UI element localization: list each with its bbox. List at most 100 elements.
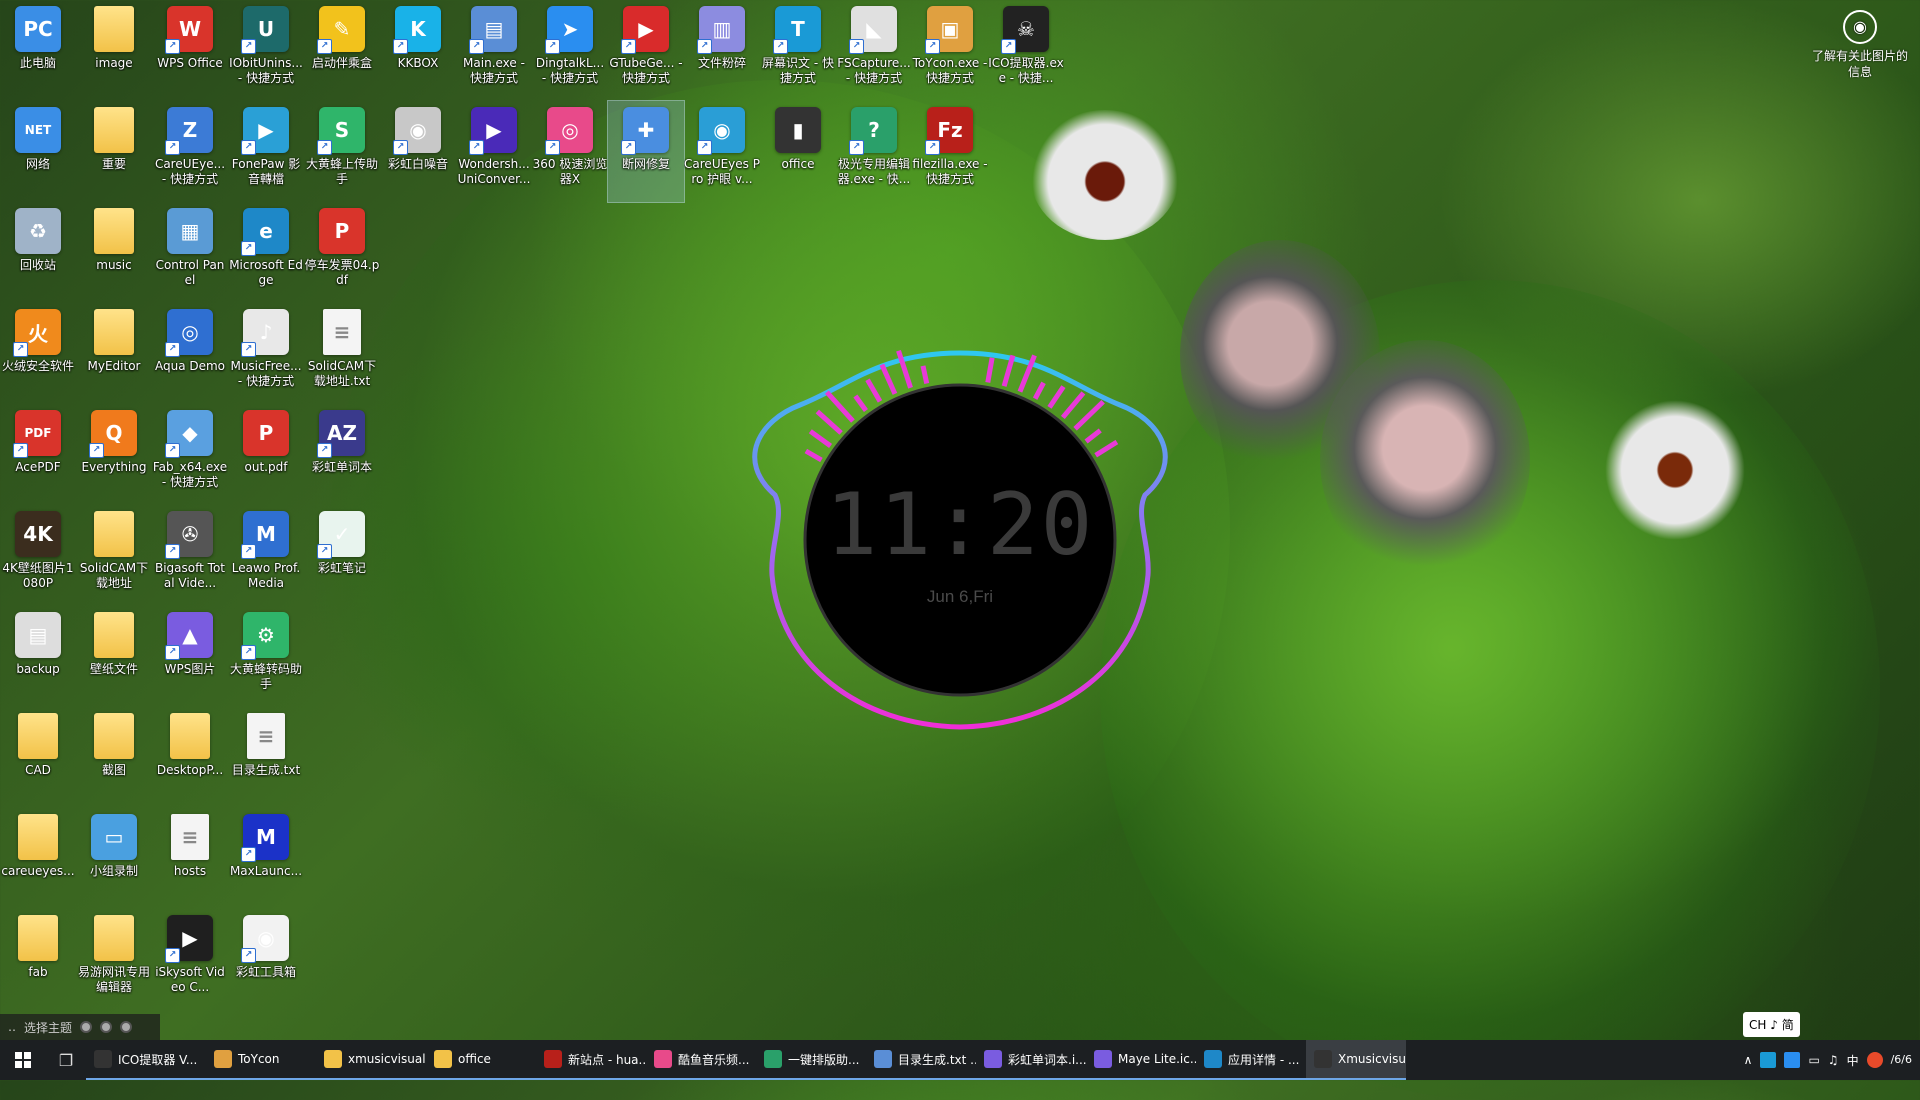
desktop-icon[interactable]: Q ↗ Everything: [76, 404, 152, 505]
app-icon: ◎ ↗: [165, 309, 213, 357]
desktop-icon[interactable]: ◆ ↗ Fab_x64.exe - 快捷方式: [152, 404, 228, 505]
desktop-icon[interactable]: AZ ↗ 彩虹单词本: [304, 404, 380, 505]
taskbar-item[interactable]: ICO提取器 V...: [86, 1040, 206, 1080]
taskbar-item[interactable]: xmusicvisual...: [316, 1040, 426, 1080]
desktop-icon[interactable]: ✚ ↗ 断网修复: [607, 100, 685, 203]
desktop-icon[interactable]: fab: [0, 909, 76, 1010]
tray-app-icon-1[interactable]: [1760, 1052, 1777, 1068]
desktop-icon[interactable]: MyEditor: [76, 303, 152, 404]
desktop-icon[interactable]: ▶ ↗ GTubeGe... - 快捷方式: [608, 0, 684, 101]
desktop-icon[interactable]: S ↗ 大黄蜂上传助手: [304, 101, 380, 202]
desktop-icon[interactable]: music: [76, 202, 152, 303]
taskbar-item[interactable]: 一键排版助...: [756, 1040, 866, 1080]
learn-about-picture[interactable]: ◉ 了解有关此图片的信息: [1812, 10, 1908, 80]
desktop-icon[interactable]: W ↗ WPS Office: [152, 0, 228, 101]
desktop-icon[interactable]: ▦ Control Panel: [152, 202, 228, 303]
desktop-icon[interactable]: M ↗ MaxLaunc...: [228, 808, 304, 909]
taskbar-item[interactable]: 新站点 - hua...: [536, 1040, 646, 1080]
desktop-icon[interactable]: ♪ ↗ MusicFree... - 快捷方式: [228, 303, 304, 404]
desktop-icon[interactable]: ⚙ ↗ 大黄蜂转码助手: [228, 606, 304, 707]
desktop-icon[interactable]: 火 ↗ 火绒安全软件: [0, 303, 76, 404]
taskbar-item[interactable]: 酷鱼音乐频...: [646, 1040, 756, 1080]
desktop-icon[interactable]: ▥ ↗ 文件粉碎: [684, 0, 760, 101]
desktop-icon[interactable]: ◉ ↗ 彩虹白噪音: [380, 101, 456, 202]
desktop-icon[interactable]: ▤ ↗ Main.exe - 快捷方式: [456, 0, 532, 101]
desktop-icon[interactable]: Pout.pdf: [228, 404, 304, 505]
app-icon-glyph: ▣: [940, 17, 960, 41]
desktop-icon[interactable]: Z ↗ CareUEye... - 快捷方式: [152, 101, 228, 202]
desktop-icon[interactable]: ➤ ↗ DingtalkL... - 快捷方式: [532, 0, 608, 101]
desktop-icon[interactable]: ≡ SolidCAM下载地址.txt: [304, 303, 380, 404]
taskbar-item[interactable]: 彩虹单词本.i...: [976, 1040, 1086, 1080]
desktop-icon[interactable]: ▶ ↗ Wondersh... UniConver...: [456, 101, 532, 202]
desktop-icon[interactable]: ◉ ↗ 彩虹工具箱: [228, 909, 304, 1010]
desktop-icon[interactable]: K ↗ KKBOX: [380, 0, 456, 101]
taskbar-item[interactable]: 目录生成.txt ...: [866, 1040, 976, 1080]
desktop-icon[interactable]: ▲ ↗ WPS图片: [152, 606, 228, 707]
desktop-icon[interactable]: ◎ ↗ 360 极速浏览器X: [532, 101, 608, 202]
taskbar-item-label: Maye Lite.ic...: [1118, 1052, 1196, 1066]
taskbar-item[interactable]: Xmusicvisua...: [1306, 1040, 1406, 1080]
tray-app-icon-3[interactable]: [1866, 1052, 1883, 1068]
desktop-icon[interactable]: ✎ ↗ 启动伴乘盒: [304, 0, 380, 101]
desktop-icon[interactable]: Fz ↗ filezilla.exe - 快捷方式: [912, 101, 988, 202]
desktop-icon[interactable]: ▶ ↗ FonePaw 影音轉檔: [228, 101, 304, 202]
desktop-icon[interactable]: SolidCAM下载地址: [76, 505, 152, 606]
ime-indicator[interactable]: 中: [1847, 1052, 1859, 1069]
desktop-icon[interactable]: NET 网络: [0, 101, 76, 202]
desktop-icon[interactable]: ≡ hosts: [152, 808, 228, 909]
desktop-icon-label: 网络: [25, 157, 50, 171]
desktop-icon[interactable]: 壁纸文件: [76, 606, 152, 707]
desktop-icon[interactable]: 截图: [76, 707, 152, 808]
start-button[interactable]: [0, 1040, 46, 1080]
desktop-icon[interactable]: ▭ 小组录制: [76, 808, 152, 909]
desktop-icon[interactable]: ▤ backup: [0, 606, 76, 707]
app-icon: PC: [15, 6, 61, 52]
camera-icon: ◉: [1843, 10, 1877, 44]
task-view-button[interactable]: ❐: [46, 1040, 86, 1080]
desktop-icon[interactable]: image: [76, 0, 152, 101]
desktop-icon[interactable]: ▣ ↗ ToYcon.exe - 快捷方式: [912, 0, 988, 101]
desktop-icon[interactable]: ? ↗ 极光专用编辑器.exe - 快...: [836, 101, 912, 202]
desktop-icon[interactable]: ♻ 回收站: [0, 202, 76, 303]
desktop-icon-label: SolidCAM下载地址: [79, 561, 149, 590]
theme-dot-3[interactable]: [120, 1021, 133, 1033]
volume-icon[interactable]: ♫: [1828, 1053, 1839, 1067]
tray-clock[interactable]: /6/6: [1891, 1053, 1912, 1067]
desktop-icon[interactable]: ◉ ↗ CareUEyes Pro 护眼 v...: [684, 101, 760, 202]
network-icon[interactable]: ▭: [1808, 1053, 1819, 1067]
desktop-icon[interactable]: U ↗ IObitUnins... - 快捷方式: [228, 0, 304, 101]
desktop-icon[interactable]: ▮ office: [760, 101, 836, 202]
desktop-icon[interactable]: careueyes...: [0, 808, 76, 909]
desktop-icon[interactable]: M ↗ Leawo Prof. Media: [228, 505, 304, 606]
desktop-icon[interactable]: e ↗ Microsoft Edge: [228, 202, 304, 303]
desktop-icon[interactable]: PDF ↗ AcePDF: [0, 404, 76, 505]
desktop[interactable]: PC 此电脑 NET 网络 ♻ 回收站火 ↗ 火绒安全软件 PDF ↗ AcePDF 4K 4K壁纸图片…: [0, 0, 1920, 1040]
desktop-icon[interactable]: ◣ ↗ FSCapture... - 快捷方式: [836, 0, 912, 101]
desktop-icon[interactable]: ✇ ↗ Bigasoft Total Vide...: [152, 505, 228, 606]
tray-expand-icon[interactable]: ∧: [1744, 1053, 1753, 1067]
desktop-icon[interactable]: PC 此电脑: [0, 0, 76, 101]
desktop-icon[interactable]: ▶ ↗ iSkysoft Video C...: [152, 909, 228, 1010]
music-visualizer-widget[interactable]: 11:20 Jun 6,Fri: [740, 345, 1180, 735]
desktop-icon[interactable]: ✓ ↗ 彩虹笔记: [304, 505, 380, 606]
desktop-icon[interactable]: 重要: [76, 101, 152, 202]
desktop-icon[interactable]: ≡ 目录生成.txt: [228, 707, 304, 808]
desktop-icon[interactable]: P 停车发票04.pdf: [304, 202, 380, 303]
taskbar-item[interactable]: office: [426, 1040, 536, 1080]
theme-dot-2[interactable]: [100, 1021, 113, 1033]
ime-status-chip[interactable]: CH ♪ 简: [1743, 1012, 1800, 1037]
taskbar-item[interactable]: 应用详情 - ...: [1196, 1040, 1306, 1080]
desktop-icon[interactable]: DesktopP...: [152, 707, 228, 808]
desktop-icon[interactable]: CAD: [0, 707, 76, 808]
theme-dot-1[interactable]: [80, 1021, 93, 1033]
tray-app-icon-2[interactable]: [1784, 1052, 1801, 1068]
taskbar-item[interactable]: Maye Lite.ic...: [1086, 1040, 1196, 1080]
desktop-icon[interactable]: 4K 4K壁纸图片1080P: [0, 505, 76, 606]
theme-selector-bar[interactable]: ‥ 选择主题: [0, 1014, 160, 1040]
desktop-icon[interactable]: ◎ ↗ Aqua Demo: [152, 303, 228, 404]
taskbar-item[interactable]: ToYcon: [206, 1040, 316, 1080]
desktop-icon[interactable]: 易游网讯专用编辑器: [76, 909, 152, 1010]
desktop-icon[interactable]: T ↗ 屏幕识文 - 快捷方式: [760, 0, 836, 101]
desktop-icon[interactable]: ☠ ↗ ICO提取器.exe - 快捷...: [988, 0, 1064, 101]
